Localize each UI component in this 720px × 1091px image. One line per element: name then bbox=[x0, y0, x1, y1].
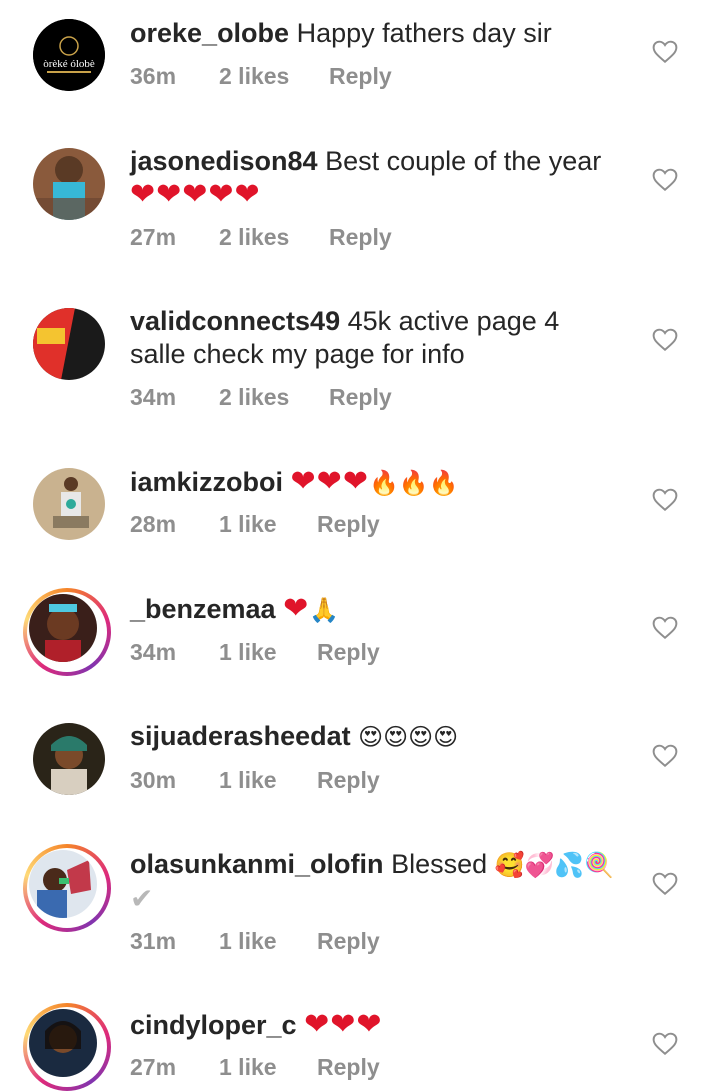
comment-text: iamkizzoboi ❤❤❤🔥🔥🔥 bbox=[130, 465, 630, 500]
comment-time: 27m bbox=[130, 1054, 177, 1080]
heart-outline-icon[interactable] bbox=[652, 744, 678, 768]
comment-time: 31m bbox=[130, 928, 177, 954]
reply-button[interactable]: Reply bbox=[329, 63, 392, 90]
reply-button[interactable]: Reply bbox=[317, 767, 380, 794]
likes-count[interactable]: 1 like bbox=[219, 639, 277, 666]
heart-emoji: ❤❤❤ bbox=[290, 464, 369, 499]
comment-body: 45k active page 4 bbox=[347, 306, 560, 336]
likes-count[interactable]: 2 likes bbox=[219, 384, 289, 411]
story-ring[interactable] bbox=[23, 588, 111, 676]
username[interactable]: _benzemaa bbox=[130, 594, 276, 624]
heart-eyes-emoji: 😍😍😍😍 bbox=[358, 723, 459, 751]
avatar-photo-icon bbox=[33, 308, 105, 380]
avatar-photo-icon bbox=[33, 723, 105, 795]
comment-text: _benzemaa ❤🙏 bbox=[130, 592, 630, 627]
avatar-photo-icon bbox=[33, 468, 105, 540]
comment-body-line-2: salle check my page for info bbox=[130, 339, 465, 369]
username[interactable]: validconnects49 bbox=[130, 306, 340, 336]
pray-emoji: 🙏 bbox=[309, 596, 340, 624]
comment-text: sijuaderasheedat 😍😍😍😍 bbox=[130, 720, 630, 754]
avatar bbox=[29, 594, 97, 662]
reply-button[interactable]: Reply bbox=[317, 639, 380, 666]
heart-outline-icon[interactable] bbox=[652, 40, 678, 64]
heart-emoji: ❤❤❤ bbox=[304, 1007, 383, 1042]
comment-text: validconnects49 45k active page 4 salle … bbox=[130, 305, 630, 371]
comment-body: Happy fathers day sir bbox=[296, 18, 552, 48]
heart-outline-icon[interactable] bbox=[652, 168, 678, 192]
reply-button[interactable]: Reply bbox=[329, 384, 392, 411]
likes-count[interactable]: 2 likes bbox=[219, 224, 289, 251]
avatar[interactable]: òrèké ólobè bbox=[33, 19, 105, 91]
heart-outline-icon[interactable] bbox=[652, 616, 678, 640]
username[interactable]: sijuaderasheedat bbox=[130, 721, 351, 751]
comment-time: 30m bbox=[130, 767, 177, 793]
likes-count[interactable]: 1 like bbox=[219, 928, 277, 955]
username[interactable]: olasunkanmi_olofin bbox=[130, 849, 384, 879]
comment-text: jasonedison84 Best couple of the year ❤❤… bbox=[130, 145, 630, 212]
avatar bbox=[29, 850, 97, 918]
avatar[interactable] bbox=[33, 468, 105, 540]
comment-time: 28m bbox=[130, 511, 177, 537]
reply-button[interactable]: Reply bbox=[317, 928, 380, 955]
comment-text: cindyloper_c ❤❤❤ bbox=[130, 1008, 630, 1042]
comment-time: 36m bbox=[130, 63, 177, 89]
likes-count[interactable]: 2 likes bbox=[219, 63, 289, 90]
username[interactable]: cindyloper_c bbox=[130, 1010, 297, 1040]
heart-outline-icon[interactable] bbox=[652, 872, 678, 896]
story-ring[interactable] bbox=[23, 844, 111, 932]
svg-text:òrèké ólobè: òrèké ólobè bbox=[43, 58, 95, 70]
comment-body: Blessed bbox=[391, 849, 488, 879]
comment-text: olasunkanmi_olofin Blessed 🥰💞💦🍭 ✔ bbox=[130, 848, 630, 916]
avatar-photo-icon bbox=[29, 850, 97, 918]
heart-outline-icon[interactable] bbox=[652, 1032, 678, 1056]
avatar[interactable] bbox=[33, 308, 105, 380]
reply-button[interactable]: Reply bbox=[317, 511, 380, 538]
comment-time: 27m bbox=[130, 224, 177, 250]
avatar bbox=[29, 1009, 97, 1077]
heart-outline-icon[interactable] bbox=[652, 328, 678, 352]
username[interactable]: jasonedison84 bbox=[130, 146, 318, 176]
avatar[interactable] bbox=[33, 148, 105, 220]
avatar-photo-icon bbox=[29, 594, 97, 662]
reply-button[interactable]: Reply bbox=[329, 224, 392, 251]
check-emoji: ✔ bbox=[130, 882, 154, 915]
likes-count[interactable]: 1 like bbox=[219, 1054, 277, 1081]
comment-text: oreke_olobe Happy fathers day sir bbox=[130, 17, 630, 50]
heart-emoji: ❤ bbox=[283, 591, 310, 626]
username[interactable]: oreke_olobe bbox=[130, 18, 289, 48]
fire-emoji: 🔥🔥🔥 bbox=[368, 469, 459, 497]
comment-time: 34m bbox=[130, 384, 177, 410]
avatar[interactable] bbox=[33, 723, 105, 795]
likes-count[interactable]: 1 like bbox=[219, 767, 277, 794]
comment-body: Best couple of the year bbox=[325, 146, 602, 176]
brand-logo-icon: òrèké ólobè bbox=[33, 19, 105, 91]
reply-button[interactable]: Reply bbox=[317, 1054, 380, 1081]
avatar-photo-icon bbox=[33, 148, 105, 220]
username[interactable]: iamkizzoboi bbox=[130, 467, 283, 497]
heart-outline-icon[interactable] bbox=[652, 488, 678, 512]
emoji-set: 🥰💞💦🍭 bbox=[494, 851, 615, 879]
likes-count[interactable]: 1 like bbox=[219, 511, 277, 538]
avatar-photo-icon bbox=[29, 1009, 97, 1077]
heart-emoji: ❤❤❤❤❤ bbox=[130, 177, 261, 212]
comment-time: 34m bbox=[130, 639, 177, 665]
